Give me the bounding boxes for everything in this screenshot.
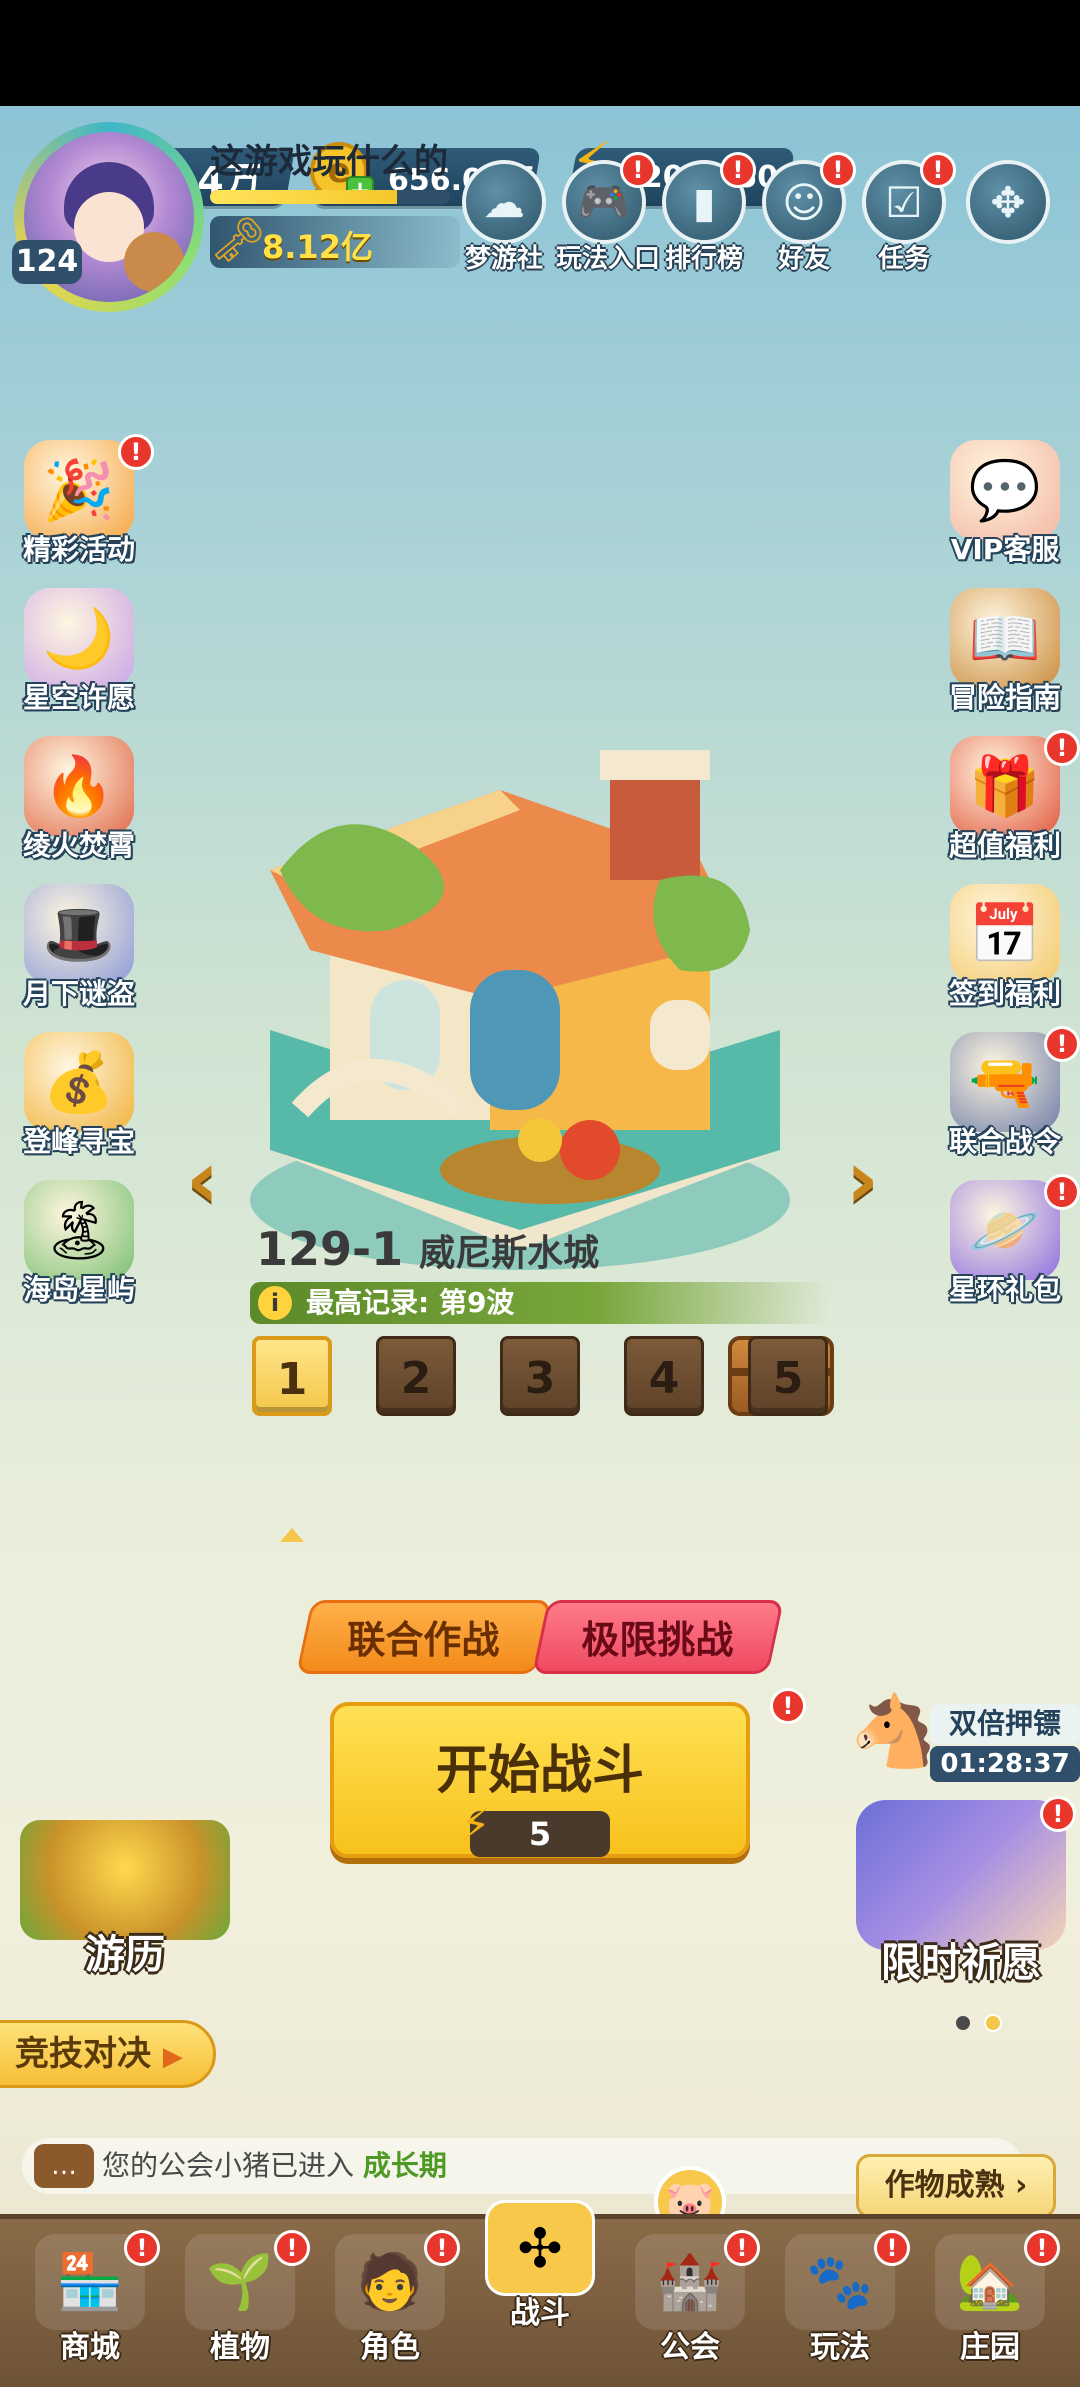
alert-badge: !	[1024, 2230, 1060, 2266]
player-name: 这游戏玩什么的	[210, 142, 448, 182]
guide-icon: 📖	[950, 588, 1060, 688]
travel-card[interactable]: 游历	[10, 1820, 240, 1980]
wave-button-4[interactable]: 4	[624, 1336, 704, 1416]
experience-bar	[210, 190, 450, 204]
page-dot-2[interactable]	[984, 2014, 1002, 2032]
alert-badge: !	[724, 2230, 760, 2266]
menu-item-events[interactable]: 🎉 精彩活动!	[4, 434, 154, 568]
double-escort-button[interactable]: 🐴 双倍押镖 01:28:37	[850, 1690, 1080, 1790]
chat-icon: …	[34, 2144, 94, 2188]
player-level-badge: 124	[12, 240, 82, 284]
wave-button-3[interactable]: 3	[500, 1336, 580, 1416]
top-button-好友[interactable]: ☺ 好友!	[756, 152, 856, 275]
characters-portrait	[856, 1800, 1066, 1950]
info-icon[interactable]: i	[258, 1286, 292, 1320]
stage-city: 威尼斯水城	[419, 1233, 600, 1274]
nav-item-guild[interactable]: 🏰 公会!	[620, 2230, 760, 2366]
more-icon: ✥	[966, 160, 1050, 244]
page-dot-1[interactable]	[956, 2016, 970, 2030]
stage-title: 129-1 威尼斯水城	[256, 1222, 599, 1276]
menu-item-wish[interactable]: 🌙 星空许愿	[4, 588, 154, 716]
wish-icon: 🌙	[24, 588, 134, 688]
alert-badge: !	[424, 2230, 460, 2266]
alert-badge: !	[620, 152, 656, 188]
club-icon: ☁	[462, 160, 546, 244]
wave-button-5[interactable]: 5	[748, 1336, 828, 1416]
prev-stage-arrow[interactable]: ‹	[186, 1140, 236, 1220]
escort-timer: 01:28:37	[930, 1746, 1080, 1782]
escort-label: 双倍押镖	[930, 1704, 1080, 1744]
chevron-right-icon: ▶	[162, 2042, 183, 2072]
stage-illustration	[250, 750, 790, 1270]
menu-item-guide[interactable]: 📖 冒险指南	[930, 588, 1080, 716]
menu-item-support[interactable]: 💬 VIP客服	[930, 440, 1080, 568]
menu-item-island[interactable]: 🏝 海岛星屿	[4, 1180, 154, 1308]
best-record: i 最高记录: 第9波	[250, 1282, 830, 1324]
alert-badge: !	[1044, 1174, 1080, 1210]
menu-item-thief[interactable]: 🎩 月下谜盗	[4, 884, 154, 1012]
battle-cost: ⚡ 5	[460, 1803, 610, 1857]
horse-icon: 🐴	[850, 1690, 938, 1772]
island-icon: 🏝	[24, 1180, 134, 1280]
lightning-icon: ⚡	[460, 1800, 491, 1851]
selected-wave-indicator	[280, 1528, 304, 1542]
menu-item-treasure[interactable]: 💰 登峰寻宝	[4, 1032, 154, 1160]
start-battle-label: 开始战斗	[435, 1741, 644, 1801]
menu-item-package[interactable]: 🪐 星环礼包!	[930, 1174, 1080, 1308]
heroes-icon: 🔥	[24, 736, 134, 836]
nav-item-character[interactable]: 🧑 角色!	[320, 2230, 460, 2366]
top-button-玩法入口[interactable]: 🎮 玩法入口!	[556, 152, 660, 275]
alert-badge: !	[1044, 1026, 1080, 1062]
menu-item-battlepass[interactable]: 🔫 联合战令!	[930, 1026, 1080, 1160]
key-icon: 🗝	[210, 215, 266, 266]
alert-badge: !	[118, 434, 154, 470]
nav-item-manor[interactable]: 🏡 庄园!	[920, 2230, 1060, 2366]
crop-ready-button[interactable]: 作物成熟 ›	[856, 2154, 1056, 2218]
nav-item-play[interactable]: 🐾 玩法!	[770, 2230, 910, 2366]
extreme-challenge-button[interactable]: 极限挑战	[532, 1600, 784, 1674]
top-button-more[interactable]: ✥	[960, 160, 1056, 244]
alert-badge: !	[274, 2230, 310, 2266]
chevron-right-icon: ›	[1015, 2168, 1028, 2203]
start-battle-button[interactable]: 开始战斗 ⚡ 5	[330, 1702, 750, 1858]
alert-badge: !	[820, 152, 856, 188]
menu-item-gift[interactable]: 🎁 超值福利!	[930, 730, 1080, 864]
windmill-icon: ✣	[485, 2200, 595, 2296]
calendar-icon: 📅	[950, 884, 1060, 984]
treasure-icon: 💰	[24, 1032, 134, 1132]
alert-badge: !	[720, 152, 756, 188]
alert-badge: !	[124, 2230, 160, 2266]
wish-alert-badge: !	[1040, 1796, 1076, 1832]
limited-wish-card[interactable]: 限时祈愿	[846, 1800, 1076, 1988]
top-button-梦游社[interactable]: ☁ 梦游社	[456, 160, 552, 275]
stage-number: 129-1	[256, 1222, 404, 1276]
top-button-任务[interactable]: ☑ 任务!	[856, 152, 956, 275]
nav-item-shop[interactable]: 🏪 商城!	[20, 2230, 160, 2366]
nav-item-plant[interactable]: 🌱 植物!	[170, 2230, 310, 2366]
wave-button-2[interactable]: 2	[376, 1336, 456, 1416]
top-button-排行榜[interactable]: ▮ 排行榜!	[656, 152, 756, 275]
thief-icon: 🎩	[24, 884, 134, 984]
support-icon: 💬	[950, 440, 1060, 540]
nav-item-windmill[interactable]: ✣ 战斗	[470, 2200, 610, 2332]
menu-item-calendar[interactable]: 📅 签到福利	[930, 884, 1080, 1012]
alert-badge: !	[920, 152, 956, 188]
player-power: 8.12亿	[262, 228, 373, 266]
challenge-alert-badge: !	[770, 1688, 806, 1724]
coop-battle-button[interactable]: 联合作战	[296, 1600, 552, 1674]
alert-badge: !	[874, 2230, 910, 2266]
arena-button[interactable]: 竞技对决 ▶	[0, 2020, 216, 2088]
menu-item-heroes[interactable]: 🔥 绫火焚霄	[4, 736, 154, 864]
next-stage-arrow[interactable]: ›	[846, 1140, 896, 1220]
alert-badge: !	[1044, 730, 1080, 766]
wave-button-1[interactable]: 1	[252, 1336, 332, 1416]
